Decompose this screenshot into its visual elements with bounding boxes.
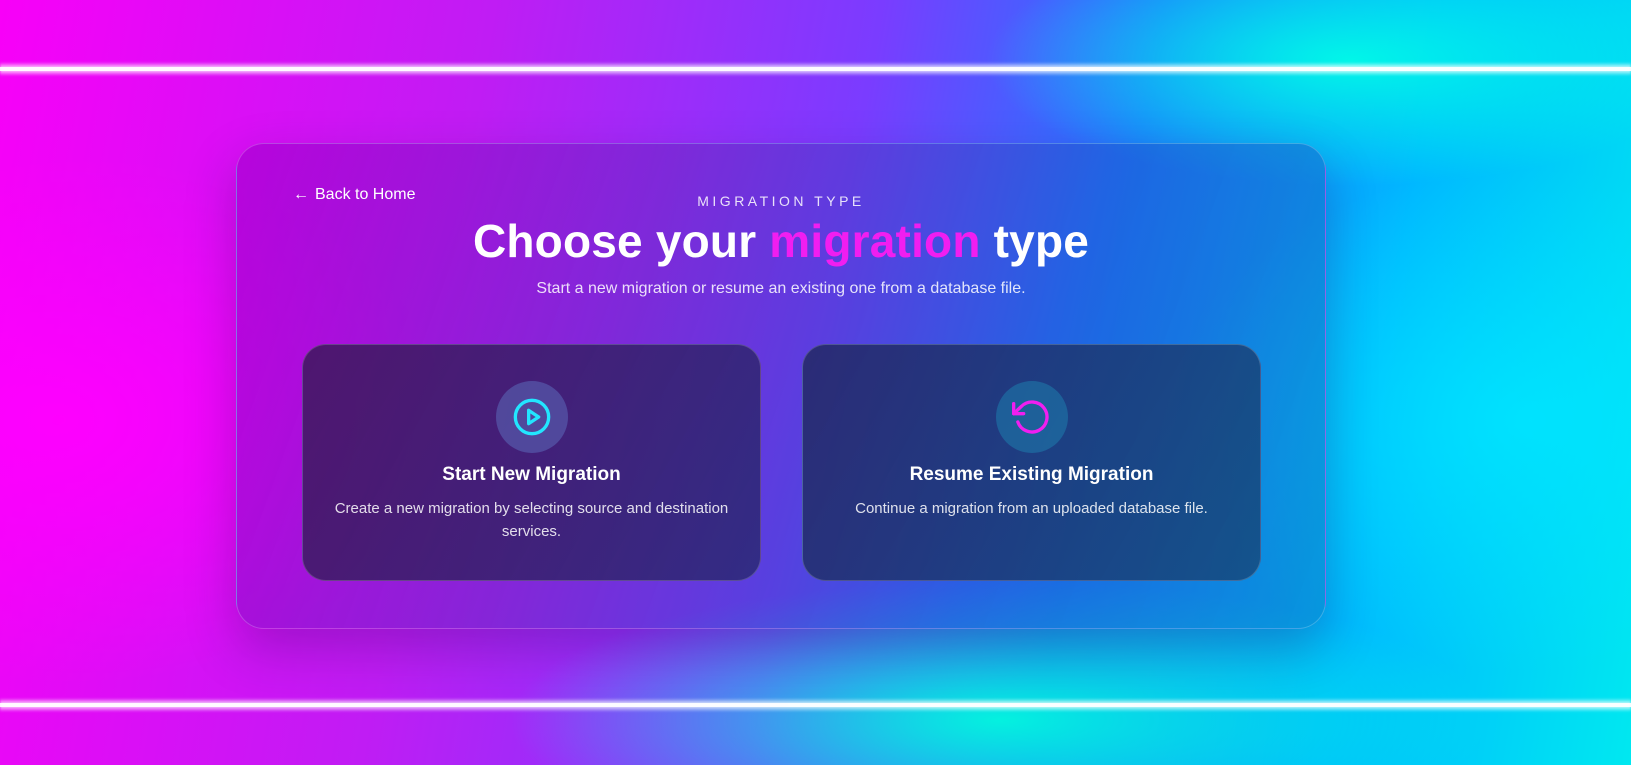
rotate-ccw-icon [1011, 400, 1049, 434]
page-title-suffix: type [980, 215, 1090, 267]
migration-type-panel: ← Back to Home MIGRATION TYPE Choose you… [236, 143, 1326, 629]
page-title: Choose your migration type [237, 214, 1325, 268]
resume-icon-badge [995, 381, 1068, 453]
background-light-streak-top-core [0, 67, 1631, 71]
background-light-streak-bottom-core [0, 703, 1631, 707]
start-new-migration-title: Start New Migration [442, 464, 621, 485]
resume-existing-migration-title: Resume Existing Migration [909, 464, 1154, 485]
resume-existing-migration-card[interactable]: Resume Existing Migration Continue a mig… [802, 344, 1261, 581]
start-new-migration-card[interactable]: Start New Migration Create a new migrati… [302, 344, 761, 581]
page-subtitle: Start a new migration or resume an exist… [536, 280, 1026, 297]
resume-existing-migration-description: Continue a migration from an uploaded da… [855, 500, 1208, 517]
start-new-icon-badge [495, 381, 568, 453]
page-title-accent: migration [769, 215, 981, 267]
page-title-prefix: Choose your [472, 215, 770, 267]
section-eyebrow: MIGRATION TYPE [697, 193, 865, 209]
start-new-migration-description: Create a new migration by selecting sour… [334, 500, 729, 540]
play-circle-icon [513, 398, 550, 436]
